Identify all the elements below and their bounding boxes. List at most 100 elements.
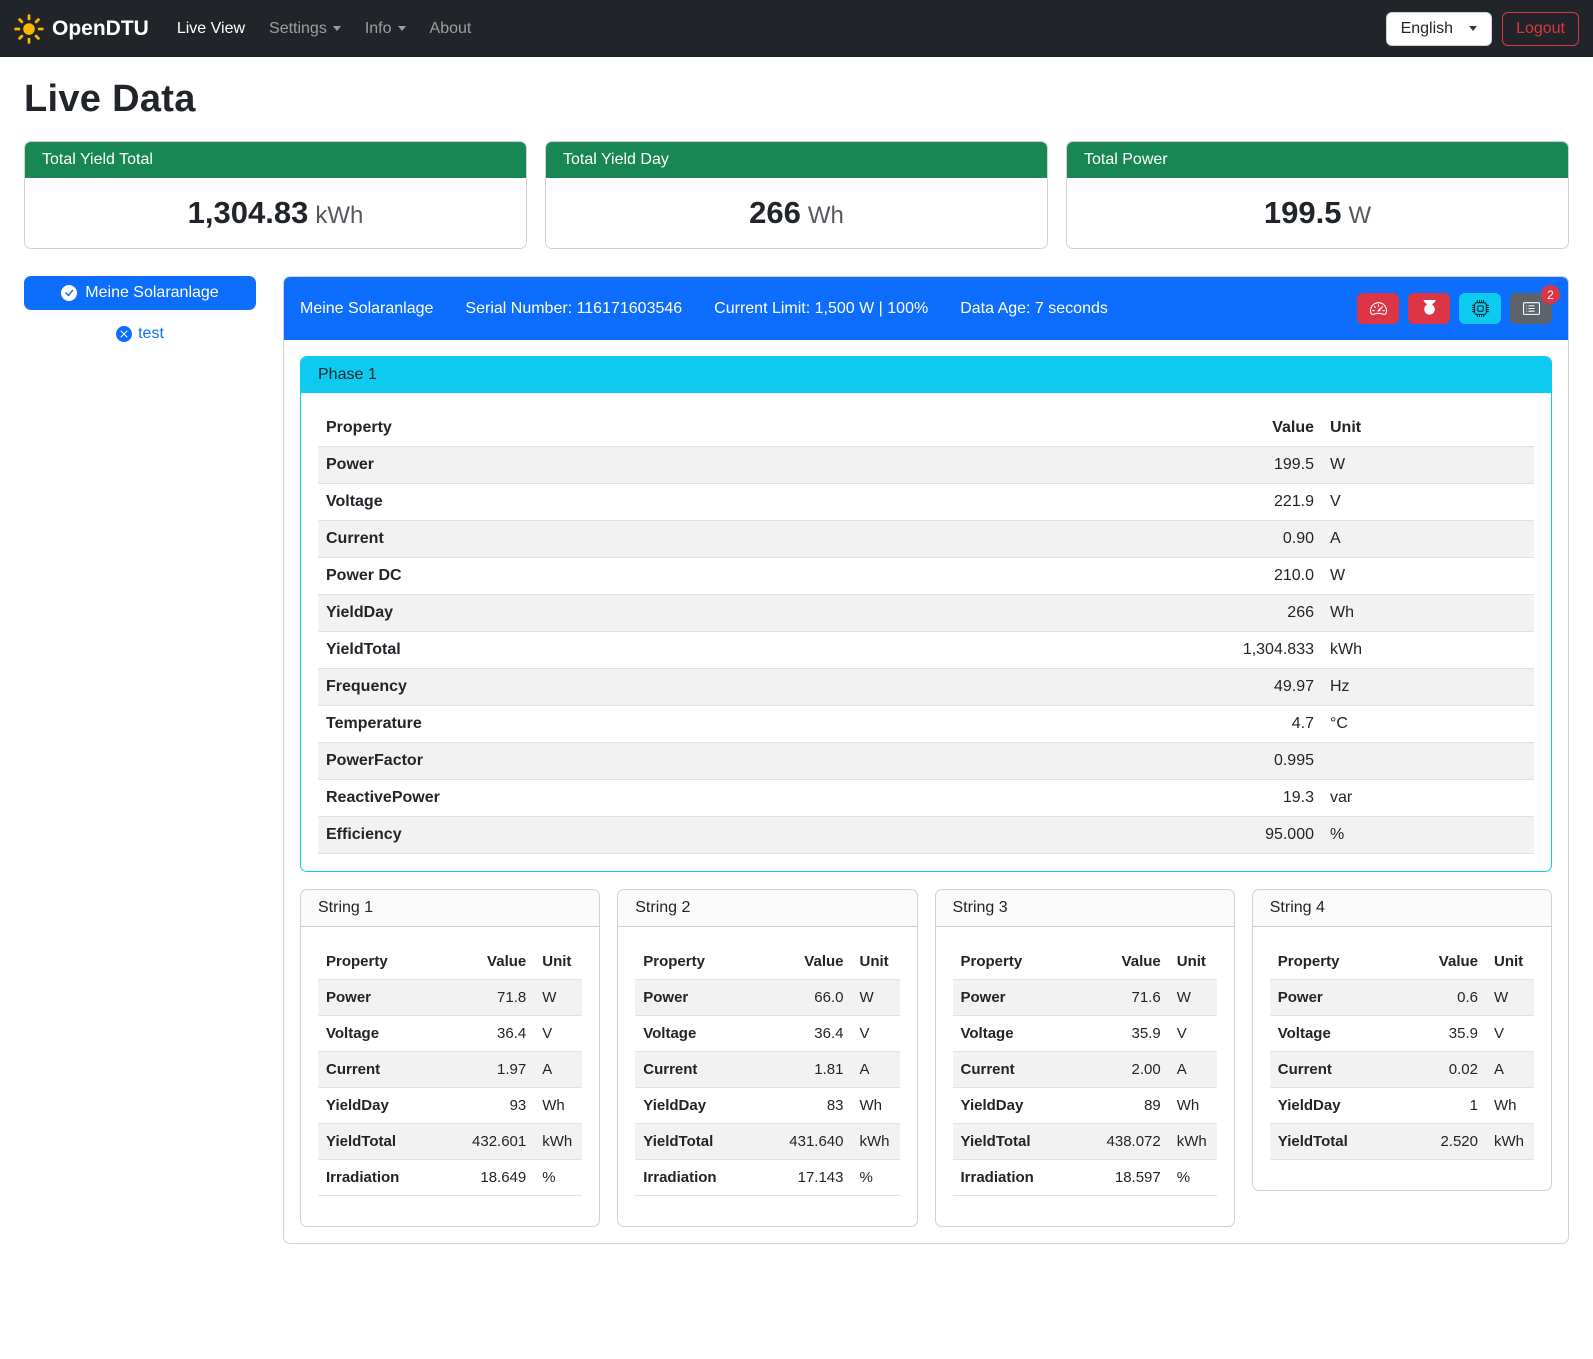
device-info-button[interactable] (1459, 293, 1501, 324)
string-card-body: Property Value Unit Power66.0WVoltage36.… (618, 927, 916, 1226)
nav-item-settings[interactable]: Settings (259, 12, 351, 46)
string-2-card: String 2 Property Value Unit (617, 889, 917, 1227)
total-yield-day-unit: Wh (808, 202, 844, 229)
string-4-card: String 4 Property Value Unit (1252, 889, 1552, 1191)
unit-cell: kWh (1169, 1124, 1217, 1160)
table-row: Power0.6W (1270, 980, 1534, 1016)
column-header-unit: Unit (1322, 410, 1534, 447)
inverter-limit: Current Limit: 1,500 W | 100% (714, 300, 928, 318)
table-row: Power66.0W (635, 980, 899, 1016)
string-table: Property Value Unit Power71.8WVoltage36.… (318, 944, 582, 1196)
phase-card-title: Phase 1 (301, 357, 1551, 393)
table-row: PowerFactor0.995 (318, 743, 1534, 780)
table-row: YieldTotal432.601kWh (318, 1124, 582, 1160)
unit-cell: W (534, 980, 582, 1016)
property-cell: Temperature (318, 706, 1194, 743)
table-row: Power71.6W (953, 980, 1217, 1016)
language-select[interactable]: English (1386, 12, 1492, 46)
limit-settings-button[interactable] (1357, 293, 1399, 324)
value-cell: 93 (462, 1088, 534, 1124)
unit-cell: Hz (1322, 669, 1534, 706)
table-row: Power199.5W (318, 447, 1534, 484)
string-card-title: String 1 (301, 890, 599, 927)
top-navbar: OpenDTU Live View Settings Info About En… (0, 0, 1593, 57)
property-cell: Frequency (318, 669, 1194, 706)
unit-cell: Wh (1169, 1088, 1217, 1124)
property-cell: YieldTotal (318, 1124, 462, 1160)
unit-cell: kWh (534, 1124, 582, 1160)
power-button[interactable] (1408, 293, 1450, 324)
value-cell: 19.3 (1194, 780, 1322, 817)
column-header-property: Property (318, 944, 462, 980)
nav-item-about[interactable]: About (420, 12, 482, 46)
property-cell: YieldDay (635, 1088, 779, 1124)
table-row: Voltage221.9V (318, 484, 1534, 521)
property-cell: YieldDay (953, 1088, 1097, 1124)
sidebar-item-inverter[interactable]: Meine Solaranlage (24, 276, 256, 310)
inverter-toolbar: 2 (1357, 293, 1552, 324)
string-card-body: Property Value Unit Power71.6WVoltage35.… (936, 927, 1234, 1226)
table-row: YieldDay1Wh (1270, 1088, 1534, 1124)
total-yield-total-card: Total Yield Total 1,304.83kWh (24, 141, 527, 249)
unit-cell: V (1322, 484, 1534, 521)
table-row: YieldDay83Wh (635, 1088, 899, 1124)
string-table: Property Value Unit Power66.0WVoltage36.… (635, 944, 899, 1196)
brand[interactable]: OpenDTU (14, 14, 149, 44)
speedometer-icon (1370, 300, 1387, 317)
table-row: Current0.90A (318, 521, 1534, 558)
sidebar-item-test[interactable]: test (24, 325, 256, 343)
table-body: Power199.5WVoltage221.9VCurrent0.90A Powe… (318, 447, 1534, 854)
nav-item-live-view[interactable]: Live View (167, 12, 255, 46)
property-cell: Voltage (318, 484, 1194, 521)
table-header-row: Property Value Unit (953, 944, 1217, 980)
table-row: Irradiation18.597% (953, 1160, 1217, 1196)
nav-item-info[interactable]: Info (355, 12, 416, 46)
x-circle-icon[interactable] (116, 326, 132, 342)
logout-button[interactable]: Logout (1502, 12, 1579, 46)
unit-cell: W (852, 980, 900, 1016)
card-title: Total Yield Day (546, 142, 1047, 178)
value-cell: 2.00 (1097, 1052, 1169, 1088)
table-row: Current2.00A (953, 1052, 1217, 1088)
value-cell: 1.97 (462, 1052, 534, 1088)
property-cell: Power (635, 980, 779, 1016)
nav-item-label: Live View (177, 20, 245, 38)
unit-cell (1322, 743, 1534, 780)
table-head: Property Value Unit (635, 944, 899, 980)
property-cell: PowerFactor (318, 743, 1194, 780)
total-power-value: 199.5 (1264, 195, 1342, 230)
chevron-down-icon (1469, 26, 1477, 31)
table-row: Power71.8W (318, 980, 582, 1016)
card-body: 199.5W (1067, 178, 1568, 248)
page-content: Live Data Total Yield Total 1,304.83kWh … (0, 78, 1593, 1268)
value-cell: 36.4 (780, 1016, 852, 1052)
value-cell: 0.02 (1414, 1052, 1486, 1088)
table-row: Current1.81A (635, 1052, 899, 1088)
nav-item-label: Info (365, 20, 392, 38)
table-row: Irradiation18.649% (318, 1160, 582, 1196)
value-cell: 18.597 (1097, 1160, 1169, 1196)
language-value: English (1401, 20, 1453, 38)
value-cell: 35.9 (1097, 1016, 1169, 1052)
unit-cell: °C (1322, 706, 1534, 743)
table-head: Property Value Unit (318, 410, 1534, 447)
column-header-property: Property (635, 944, 779, 980)
property-cell: YieldTotal (953, 1124, 1097, 1160)
property-cell: Voltage (953, 1016, 1097, 1052)
event-log-button[interactable]: 2 (1510, 293, 1552, 324)
total-yield-total-value: 1,304.83 (188, 195, 309, 230)
unit-cell: % (1169, 1160, 1217, 1196)
value-cell: 0.995 (1194, 743, 1322, 780)
table-row: YieldDay89Wh (953, 1088, 1217, 1124)
string-1-card: String 1 Property Value Unit (300, 889, 600, 1227)
table-body: Power71.6WVoltage35.9VCurrent2.00AYieldD… (953, 980, 1217, 1196)
value-cell: 49.97 (1194, 669, 1322, 706)
table-header-row: Property Value Unit (318, 410, 1534, 447)
sidebar-item-label: Meine Solaranlage (85, 284, 218, 302)
unit-cell: % (1322, 817, 1534, 854)
column-header-unit: Unit (1169, 944, 1217, 980)
column-header-value: Value (1194, 410, 1322, 447)
unit-cell: V (852, 1016, 900, 1052)
column-header-unit: Unit (534, 944, 582, 980)
property-cell: Current (635, 1052, 779, 1088)
